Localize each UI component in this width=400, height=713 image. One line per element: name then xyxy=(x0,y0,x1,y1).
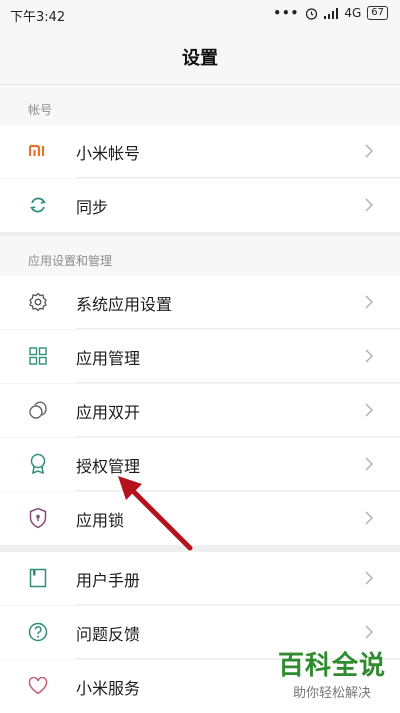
divider xyxy=(76,436,400,437)
settings-item-dual-apps[interactable]: 应用双开 xyxy=(0,384,400,437)
award-icon xyxy=(26,452,50,476)
chevron-right-icon xyxy=(365,144,374,158)
grid-icon xyxy=(26,344,50,368)
settings-item-label: 同步 xyxy=(76,197,109,217)
mi-logo-icon xyxy=(26,139,50,163)
settings-item-label: 小米帐号 xyxy=(76,143,141,163)
settings-item-user-manual[interactable]: 用户手册 xyxy=(0,552,400,605)
settings-item-app-lock[interactable]: 应用锁 xyxy=(0,492,400,545)
gear-icon xyxy=(26,290,50,314)
heart-icon xyxy=(26,674,50,698)
shield-lock-icon xyxy=(26,506,50,530)
chevron-right-icon xyxy=(365,403,374,417)
status-bar: 下午3:42 ••• 4G 67 xyxy=(0,0,400,30)
chevron-right-icon xyxy=(365,511,374,525)
settings-item-label: 小米服务 xyxy=(76,678,141,698)
help-icon xyxy=(26,620,50,644)
dual-app-icon xyxy=(26,398,50,422)
chevron-right-icon xyxy=(365,571,374,585)
annotation-arrow xyxy=(118,476,193,551)
watermark: 百科全说 助你轻松解决 xyxy=(278,652,386,701)
settings-item-permissions[interactable]: 授权管理 xyxy=(0,438,400,491)
settings-item-label: 用户手册 xyxy=(76,570,141,590)
status-time: 下午3:42 xyxy=(10,10,66,25)
chevron-right-icon xyxy=(365,349,374,363)
watermark-title: 百科全说 xyxy=(277,651,386,681)
section-header-label: 帐号 xyxy=(28,103,53,117)
divider xyxy=(76,382,400,383)
settings-item-label: 应用双开 xyxy=(76,402,141,422)
settings-item-label: 应用管理 xyxy=(76,348,141,368)
section-header-apps: 应用设置和管理 xyxy=(0,236,400,276)
book-icon xyxy=(26,566,50,590)
settings-item-system-apps[interactable]: 系统应用设置 xyxy=(0,276,400,329)
network-type: 4G xyxy=(344,6,362,20)
battery-indicator: 67 xyxy=(367,6,388,20)
chevron-right-icon xyxy=(365,198,374,212)
divider xyxy=(76,604,400,605)
signal-icon xyxy=(324,7,339,19)
divider xyxy=(76,328,400,329)
chevron-right-icon xyxy=(365,457,374,471)
alarm-icon xyxy=(306,7,318,20)
section-header-label: 应用设置和管理 xyxy=(28,254,113,268)
divider xyxy=(76,177,400,178)
settings-item-app-manager[interactable]: 应用管理 xyxy=(0,330,400,383)
notification-dots: ••• xyxy=(273,6,300,20)
section-header-account: 帐号 xyxy=(0,85,400,125)
chevron-right-icon xyxy=(365,625,374,639)
settings-item-sync[interactable]: 同步 xyxy=(0,179,400,232)
settings-item-mi-account[interactable]: 小米帐号 xyxy=(0,125,400,178)
settings-item-label: 系统应用设置 xyxy=(76,294,173,314)
status-icons: ••• 4G 67 xyxy=(273,6,388,20)
settings-item-label: 问题反馈 xyxy=(76,624,141,644)
title-bar: 设置 xyxy=(0,30,400,85)
chevron-right-icon xyxy=(365,295,374,309)
page-title: 设置 xyxy=(182,48,218,69)
watermark-subtitle: 助你轻松解决 xyxy=(292,686,371,701)
sync-icon xyxy=(26,193,50,217)
